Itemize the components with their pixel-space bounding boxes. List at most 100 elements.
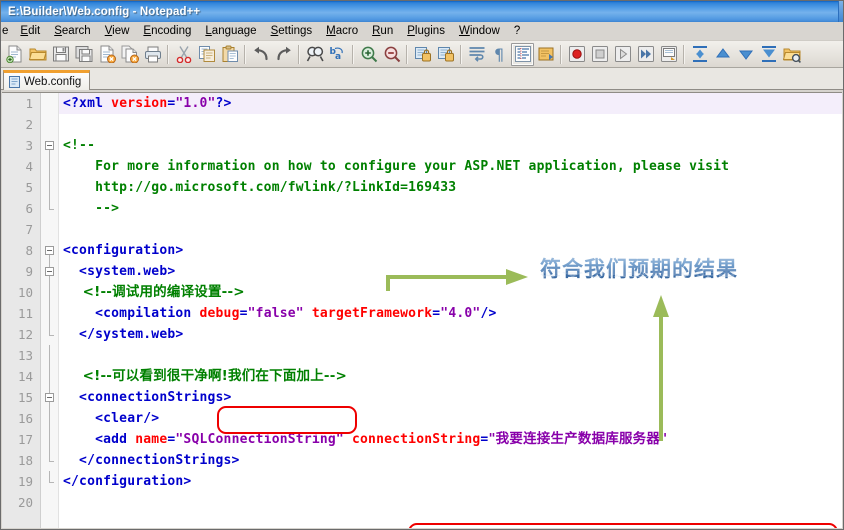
word-wrap-icon[interactable] (465, 43, 488, 66)
code-line[interactable] (59, 345, 842, 366)
code-line[interactable]: For more information on how to configure… (59, 156, 842, 177)
toolbar-separator (460, 44, 462, 64)
fold-end-marker (49, 335, 54, 336)
code-line[interactable] (59, 114, 842, 135)
replace-icon[interactable]: ba (326, 43, 349, 66)
menu-item-language[interactable]: Language (198, 23, 263, 39)
code-line[interactable]: http://go.microsoft.com/fwlink/?LinkId=1… (59, 177, 842, 198)
find-icon[interactable] (303, 43, 326, 66)
open-file-icon[interactable] (26, 43, 49, 66)
line-number: 3 (25, 138, 33, 153)
sync-vertical-scroll-icon[interactable] (411, 43, 434, 66)
menu-item-e[interactable]: e (1, 23, 13, 39)
menu-item-[interactable]: ? (507, 23, 527, 39)
fold-toggle-icon[interactable] (45, 246, 54, 255)
zoom-in-icon[interactable] (357, 43, 380, 66)
fold-line (49, 450, 50, 461)
code-line[interactable]: </system.web> (59, 324, 842, 345)
menu-item-run[interactable]: Run (365, 23, 400, 39)
code-token-cmt: --> (63, 201, 120, 216)
collapse-level-icon[interactable] (711, 43, 734, 66)
undo-icon[interactable] (249, 43, 272, 66)
tab-web-config[interactable]: Web.config (3, 70, 91, 90)
code-line[interactable] (59, 219, 842, 240)
line-number-gutter: 1 2 3 4 5 6 7 8 9 10 11 12 13 14 15 16 17 18 19 20 (2, 93, 41, 528)
menu-item-view[interactable]: View (98, 23, 137, 39)
fold-margin[interactable] (41, 93, 59, 528)
fold-toggle-icon[interactable] (45, 141, 54, 150)
tab-label: Web.config (24, 75, 82, 88)
fold-line (49, 198, 50, 209)
zoom-out-icon[interactable] (380, 43, 403, 66)
open-folder-icon[interactable] (780, 43, 803, 66)
toolbar-separator (406, 44, 408, 64)
play-macro-icon[interactable] (611, 43, 634, 66)
code-line[interactable]: <connectionStrings> (59, 387, 842, 408)
fold-toggle-icon[interactable] (45, 267, 54, 276)
sync-horizontal-scroll-icon[interactable] (434, 43, 457, 66)
code-line[interactable]: <!--可以看到很干净啊!我们在下面加上--> (59, 366, 842, 387)
show-all-characters-icon[interactable]: ¶ (488, 43, 511, 66)
code-token-cmt-cn: <!--调试用的编译设置--> (63, 284, 245, 300)
code-line[interactable]: <clear/> (59, 408, 842, 429)
code-token-val-cn: "我要连接生产数据库服务器" (488, 431, 668, 447)
paste-icon[interactable] (218, 43, 241, 66)
code-line[interactable]: </connectionStrings> (59, 450, 842, 471)
line-number: 20 (17, 495, 33, 510)
code-token-tag: </connectionStrings> (63, 453, 240, 468)
code-editor[interactable]: 1 2 3 4 5 6 7 8 9 10 11 12 13 14 15 16 17 18 19 20 <?xml ve… (2, 92, 842, 528)
code-line[interactable]: <add name="SQLConnectionString" connecti… (59, 429, 842, 450)
menu-item-encoding[interactable]: Encoding (136, 23, 198, 39)
code-token-val: "SQLConnectionString" (175, 432, 344, 447)
indent-guide-icon[interactable] (511, 42, 534, 66)
line-number: 6 (25, 201, 33, 216)
print-icon[interactable] (141, 43, 164, 66)
callout-arrow-vertical (653, 295, 669, 441)
expand-all-icon[interactable] (757, 43, 780, 66)
new-file-icon[interactable] (3, 43, 26, 66)
callout-text-reflection: 符合我们预期的结果 (540, 264, 738, 278)
start-recording-icon[interactable] (565, 43, 588, 66)
line-number: 2 (25, 117, 33, 132)
code-token-attr: debug (199, 306, 240, 321)
menu-item-edit[interactable]: Edit (13, 23, 47, 39)
copy-icon[interactable] (195, 43, 218, 66)
tab-bar: Web.config (1, 68, 843, 90)
fold-line (49, 366, 50, 387)
close-all-icon[interactable] (118, 43, 141, 66)
save-icon[interactable] (49, 43, 72, 66)
menu-bar: e Edit Search View Encoding Language Settings M… (1, 22, 843, 41)
close-file-icon[interactable] (95, 43, 118, 66)
line-number: 7 (25, 222, 33, 237)
stop-recording-icon[interactable] (588, 43, 611, 66)
cut-icon[interactable] (172, 43, 195, 66)
fold-line (49, 345, 50, 366)
line-number: 17 (17, 432, 33, 447)
line-number: 16 (17, 411, 33, 426)
code-token-tag: <compilation (63, 306, 200, 321)
code-line[interactable]: --> (59, 198, 842, 219)
code-token-val: "1.0" (175, 96, 216, 111)
code-line[interactable]: <!-- (59, 135, 842, 156)
line-number: 4 (25, 159, 33, 174)
save-all-icon[interactable] (72, 43, 95, 66)
menu-item-macro[interactable]: Macro (319, 23, 365, 39)
line-number: 15 (17, 390, 33, 405)
code-line[interactable]: <?xml version="1.0"?> (59, 93, 842, 114)
menu-item-window[interactable]: Window (452, 23, 507, 39)
run-macro-multiple-icon[interactable] (634, 43, 657, 66)
line-number: 8 (25, 243, 33, 258)
fold-toggle-icon[interactable] (45, 393, 54, 402)
menu-item-search[interactable]: Search (47, 23, 97, 39)
collapse-all-icon[interactable] (688, 43, 711, 66)
save-macro-icon[interactable] (657, 43, 680, 66)
expand-level-icon[interactable] (734, 43, 757, 66)
redo-icon[interactable] (272, 43, 295, 66)
user-defined-language-icon[interactable] (534, 43, 557, 66)
code-line[interactable] (59, 492, 842, 513)
menu-item-settings[interactable]: Settings (264, 23, 320, 39)
menu-item-plugins[interactable]: Plugins (400, 23, 452, 39)
svg-text:a: a (335, 52, 341, 62)
code-line[interactable]: </configuration> (59, 471, 842, 492)
line-number: 13 (17, 348, 33, 363)
